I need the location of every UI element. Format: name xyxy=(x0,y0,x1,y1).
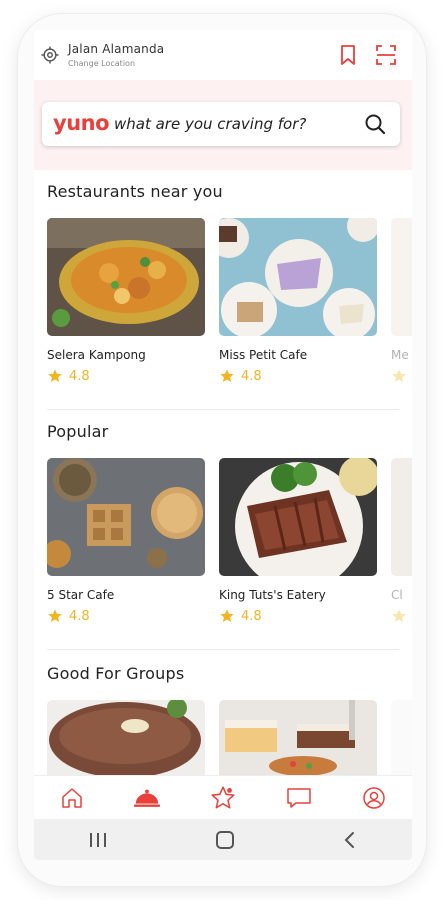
home-circle-icon[interactable] xyxy=(214,829,236,851)
restaurant-name: Cl xyxy=(391,588,403,602)
chat-icon xyxy=(286,787,311,808)
rating xyxy=(391,368,412,384)
top-bar: Jalan Alamanda Change Location xyxy=(34,30,412,80)
nav-dining[interactable] xyxy=(133,784,161,812)
dining-cloche-icon xyxy=(134,789,161,807)
location-target-icon[interactable] xyxy=(41,46,59,64)
star-icon xyxy=(220,609,234,622)
rating: 4.8 xyxy=(47,608,205,624)
section-divider xyxy=(47,649,399,650)
rating: 4.8 xyxy=(219,368,377,384)
restaurant-image xyxy=(219,458,377,576)
rating-value: 4.8 xyxy=(69,368,90,384)
nav-home[interactable] xyxy=(58,784,86,812)
star-icon xyxy=(48,369,62,382)
restaurant-card[interactable]: Miss Petit Cafe 4.8 xyxy=(219,218,377,384)
nav-chat[interactable] xyxy=(285,784,313,812)
star-icon xyxy=(392,369,406,382)
home-icon xyxy=(62,787,82,808)
star-icon xyxy=(48,609,62,622)
nav-favorites[interactable] xyxy=(209,784,237,812)
star-icon xyxy=(392,609,406,622)
restaurant-name: King Tuts's Eatery xyxy=(219,588,326,602)
back-icon[interactable] xyxy=(341,830,359,850)
restaurant-image xyxy=(219,218,377,336)
search-input[interactable]: what are you craving for? xyxy=(114,115,306,133)
app-screen: Jalan Alamanda Change Location yuno what… xyxy=(34,30,412,860)
restaurant-name: Miss Petit Cafe xyxy=(219,348,308,362)
bottom-nav xyxy=(34,775,412,819)
profile-icon xyxy=(363,786,385,809)
brand-logo: yuno xyxy=(53,111,110,135)
bookmark-icon[interactable] xyxy=(338,44,358,66)
restaurant-name: 5 Star Cafe xyxy=(47,588,115,602)
restaurant-card[interactable]: 5 Star Cafe 4.8 xyxy=(47,458,205,624)
section-title-good-for-groups: Good For Groups xyxy=(47,664,185,683)
rating: 4.8 xyxy=(219,608,377,624)
search-icon[interactable] xyxy=(364,113,386,135)
restaurant-image xyxy=(47,218,205,336)
section-title-popular: Popular xyxy=(47,422,109,441)
star-icon xyxy=(220,369,234,382)
nav-profile[interactable] xyxy=(360,784,388,812)
restaurant-image xyxy=(47,458,205,576)
system-nav-bar xyxy=(34,819,412,860)
restaurant-image xyxy=(391,218,412,336)
search-bar[interactable]: yuno what are you craving for? xyxy=(42,102,400,146)
rating xyxy=(391,608,412,624)
feed: Restaurants near you Selera Kampong 4.8 … xyxy=(34,170,412,818)
rating-value: 4.8 xyxy=(241,608,262,624)
restaurant-card-peek[interactable]: Cl xyxy=(391,458,412,624)
section-divider xyxy=(47,409,399,410)
restaurant-name: Me xyxy=(391,348,409,362)
section-title-restaurants-near-you: Restaurants near you xyxy=(47,182,223,201)
restaurant-card-peek[interactable]: Me xyxy=(391,218,412,384)
search-band: yuno what are you craving for? xyxy=(34,80,412,170)
recents-icon[interactable] xyxy=(87,831,109,849)
restaurant-card[interactable]: King Tuts's Eatery 4.8 xyxy=(219,458,377,624)
restaurant-name: Selera Kampong xyxy=(47,348,146,362)
restaurant-image xyxy=(391,458,412,576)
rating-value: 4.8 xyxy=(241,368,262,384)
star-badge-icon xyxy=(211,785,235,809)
rating-value: 4.8 xyxy=(69,608,90,624)
change-location-link[interactable]: Change Location xyxy=(68,59,135,68)
rating: 4.8 xyxy=(47,368,205,384)
restaurant-card[interactable]: Selera Kampong 4.8 xyxy=(47,218,205,384)
location-title[interactable]: Jalan Alamanda xyxy=(68,42,164,56)
scan-icon[interactable] xyxy=(375,44,397,66)
